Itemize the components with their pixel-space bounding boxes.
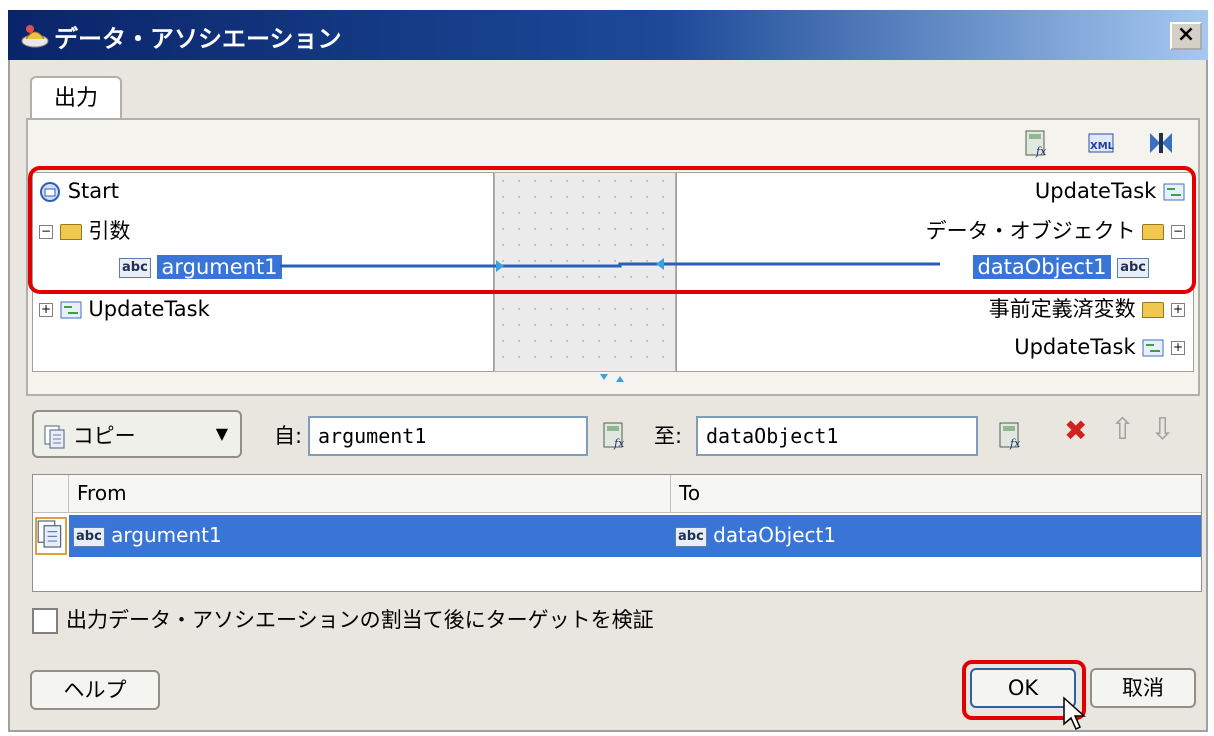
expression-builder-icon[interactable]: fx (996, 420, 1026, 450)
help-button[interactable]: ヘルプ (30, 670, 160, 710)
copy-icon (44, 425, 65, 449)
row-from-cell: abc argument1 (73, 523, 222, 547)
table-row[interactable]: abc argument1 abc dataObject1 (69, 515, 1201, 557)
app-icon (21, 25, 49, 48)
string-variable-icon: abc (73, 526, 105, 547)
row-selector[interactable] (35, 517, 67, 555)
move-up-icon[interactable]: ⇧ (1110, 412, 1135, 447)
to-label: 至: (654, 424, 683, 448)
to-value: dataObject1 (713, 523, 837, 547)
folder-icon (1142, 302, 1165, 318)
svg-text:XML: XML (1090, 141, 1115, 152)
window-title: データ・アソシエーション (54, 25, 342, 53)
operation-label: コピー (72, 424, 136, 448)
tree-item-updatetask-bottom[interactable]: UpdateTask + (1014, 333, 1185, 361)
svg-text:fx: fx (613, 437, 625, 450)
tree-item-updatetask[interactable]: + UpdateTask (39, 295, 210, 323)
expand-icon[interactable]: + (39, 303, 53, 317)
tree-item-label: UpdateTask (88, 297, 210, 321)
column-header-from[interactable]: From (69, 475, 671, 513)
expand-icon[interactable]: + (1171, 341, 1185, 355)
copy-icon (37, 520, 62, 548)
operation-select[interactable]: コピー ▼ (32, 410, 242, 458)
tab-output[interactable]: 出力 (30, 76, 122, 120)
task-icon (1142, 339, 1164, 357)
move-down-icon[interactable]: ⇩ (1150, 412, 1175, 447)
string-variable-icon: abc (675, 526, 707, 547)
expression-builder-icon[interactable]: fx (600, 420, 630, 450)
highlight-mapping (28, 166, 1196, 294)
tree-item-label: UpdateTask (1014, 335, 1136, 359)
from-field[interactable]: argument1 (308, 416, 588, 456)
svg-text:fx: fx (1035, 145, 1047, 158)
title-bar: データ・アソシエーション × (8, 10, 1208, 60)
expression-builder-icon[interactable]: fx (1022, 128, 1052, 158)
delete-icon[interactable]: ✖ (1064, 414, 1087, 447)
from-value: argument1 (111, 523, 222, 547)
validate-checkbox[interactable] (32, 608, 58, 634)
row-header-corner (33, 475, 69, 513)
tree-item-predefined[interactable]: 事前定義済変数 + (989, 295, 1185, 323)
splitter-handle-icon[interactable] (598, 372, 628, 386)
validate-checkbox-label: 出力データ・アソシエーションの割当て後にターゲットを検証 (66, 608, 654, 632)
to-field[interactable]: dataObject1 (696, 416, 978, 456)
close-button[interactable]: × (1170, 22, 1202, 50)
mouse-cursor-icon (1063, 696, 1086, 731)
svg-text:fx: fx (1009, 437, 1021, 450)
column-header-to[interactable]: To (671, 475, 1201, 513)
xml-fragment-icon[interactable]: XML (1086, 128, 1116, 158)
mapping-table: From To abc argument1 abc dataObject1 (32, 474, 1202, 592)
cancel-button[interactable]: 取消 (1090, 668, 1196, 708)
auto-map-icon[interactable] (1146, 128, 1176, 158)
chevron-down-icon: ▼ (215, 424, 228, 443)
from-label: 自: (274, 424, 303, 448)
tree-item-label: 事前定義済変数 (988, 297, 1136, 321)
row-to-cell: abc dataObject1 (675, 523, 836, 547)
expand-icon[interactable]: + (1171, 303, 1185, 317)
task-icon (60, 301, 82, 319)
